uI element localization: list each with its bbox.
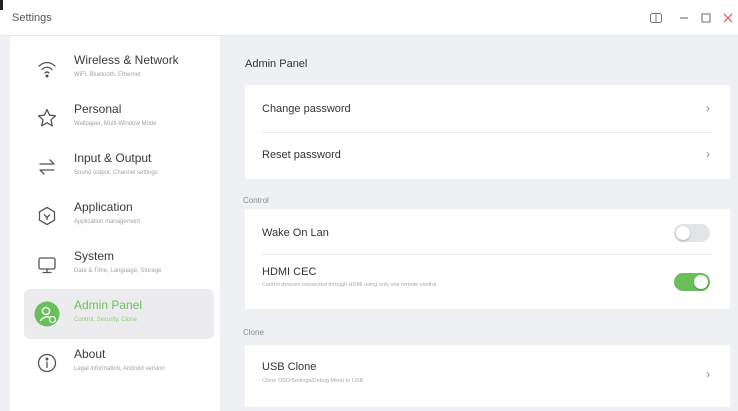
main-content: Admin Panel Change password › Reset pass… [228,36,738,411]
sidebar-item-wireless-network[interactable]: Wireless & Network WiFi, Bluetooth, Ethe… [24,44,214,94]
title-bar: Settings [0,0,738,36]
sidebar-item-subtitle: Wallpaper, Multi-Window Mode [74,121,157,127]
sidebar-item-subtitle: Legal information, Android version [74,366,165,372]
change-password-label: Change password [262,103,351,115]
reset-password-label: Reset password [262,149,341,161]
sidebar-item-title: Application [74,200,133,214]
chevron-right-icon: › [706,147,710,161]
info-icon [34,350,60,376]
sidebar-item-subtitle: WiFi, Bluetooth, Ethernet [74,72,141,78]
swap-arrows-icon [34,154,60,180]
sidebar-item-title: Wireless & Network [74,53,179,67]
section-label-clone: Clone [243,328,264,337]
sidebar-item-subtitle: Sound output, Channel settings [74,170,158,176]
control-card: Wake On Lan HDMI CEC Control devices con… [245,209,730,309]
toggle-knob [676,226,690,240]
sidebar: Wireless & Network WiFi, Bluetooth, Ethe… [10,36,220,411]
section-label-control: Control [243,196,269,205]
sidebar-item-subtitle: Control, Security, Clone [74,317,137,323]
hdmi-cec-toggle[interactable] [674,273,710,291]
reset-password-row[interactable]: Reset password › [245,133,730,179]
title-bar-accent [0,0,3,10]
sidebar-item-subtitle: Date & Time, Language, Storage [74,268,162,274]
sidebar-item-application[interactable]: Application Application management [24,191,214,241]
sidebar-item-personal[interactable]: Personal Wallpaper, Multi-Window Mode [24,93,214,143]
wake-on-lan-label: Wake On Lan [262,227,329,239]
hdmi-cec-label: HDMI CEC [262,266,317,278]
sidebar-item-input-output[interactable]: Input & Output Sound output, Channel set… [24,142,214,192]
close-icon[interactable] [718,8,738,28]
chevron-right-icon: › [706,101,710,115]
star-icon [34,105,60,131]
toggle-knob [694,275,708,289]
hdmi-cec-row[interactable]: HDMI CEC Control devices connected throu… [245,255,730,309]
maximize-icon[interactable] [696,8,716,28]
usb-clone-row[interactable]: USB Clone Clone OSD/Settings/Debug Menu … [245,345,730,407]
admin-user-icon [34,301,60,327]
sidebar-item-system[interactable]: System Date & Time, Language, Storage [24,240,214,290]
sidebar-item-title: Input & Output [74,151,152,165]
sidebar-item-title: System [74,249,115,263]
password-card: Change password › Reset password › [245,85,730,179]
mirror-icon[interactable] [646,8,666,28]
wifi-icon [34,56,60,82]
sidebar-item-title: Personal [74,102,122,116]
wake-on-lan-toggle[interactable] [674,224,710,242]
hdmi-cec-description: Control devices connected through HDMI u… [262,282,437,288]
minimize-icon[interactable] [674,8,694,28]
sidebar-item-title: Admin Panel [74,298,143,312]
application-icon [34,203,60,229]
sidebar-item-admin-panel[interactable]: Admin Panel Control, Security, Clone [24,289,214,339]
page-title: Admin Panel [245,58,308,70]
chevron-right-icon: › [706,367,710,381]
wake-on-lan-row[interactable]: Wake On Lan [245,209,730,253]
monitor-icon [34,252,60,278]
window-title: Settings [12,12,52,24]
clone-card: USB Clone Clone OSD/Settings/Debug Menu … [245,345,730,407]
usb-clone-description: Clone OSD/Settings/Debug Menu to USB [262,378,364,384]
change-password-row[interactable]: Change password › [245,85,730,132]
sidebar-item-subtitle: Application management [74,219,141,225]
sidebar-item-about[interactable]: About Legal information, Android version [24,338,214,388]
sidebar-item-title: About [74,347,106,361]
usb-clone-label: USB Clone [262,361,317,373]
